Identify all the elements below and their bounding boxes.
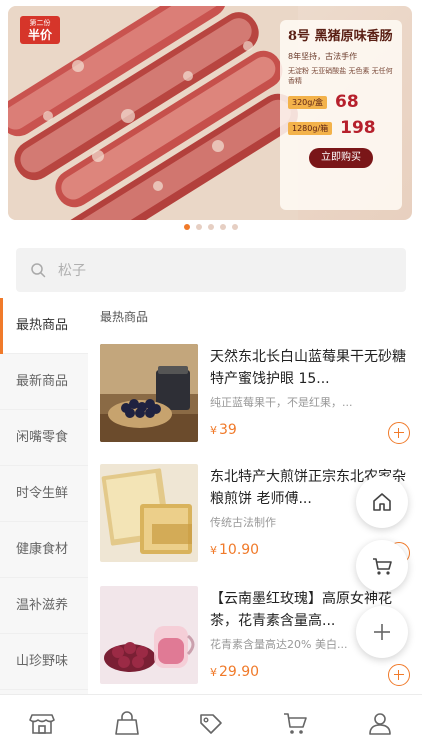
cart-icon bbox=[284, 712, 308, 734]
tab-coupons[interactable] bbox=[169, 695, 253, 750]
search-input[interactable]: 松子 bbox=[16, 248, 406, 292]
price-amount: 10.90 bbox=[219, 542, 260, 558]
carousel-dot[interactable] bbox=[184, 224, 190, 230]
app-page: 第二份 半价 8号 黑猪原味香肠 8年坚持，古法手作 无淀粉 无亚硝酸盐 无色素… bbox=[0, 0, 422, 750]
badge-line1: 第二份 bbox=[29, 19, 51, 27]
currency-symbol: ¥ bbox=[210, 424, 217, 437]
list-item[interactable]: 天然东北长白山蓝莓果干无砂糖 特产蜜饯护眼 15... 纯正蓝莓果干，不是红果，… bbox=[100, 344, 410, 454]
category-sidebar: 最热商品 最新商品 闲嘴零食 时令生鲜 健康食材 温补滋养 山珍野味 bbox=[0, 298, 88, 694]
product-price: ¥29.90 bbox=[210, 664, 259, 680]
price-tag: 320g/盒 bbox=[288, 95, 328, 109]
tab-bag[interactable] bbox=[84, 695, 168, 750]
search-bar: 松子 bbox=[0, 240, 422, 298]
add-to-cart-icon[interactable] bbox=[388, 664, 410, 686]
price-row: 320g/盒 68 bbox=[288, 92, 394, 112]
expand-fab[interactable] bbox=[356, 606, 408, 658]
product-image bbox=[100, 344, 198, 442]
price-row: 1280g/箱 198 bbox=[288, 118, 394, 138]
price-tag: 1280g/箱 bbox=[288, 121, 333, 135]
price-value: 198 bbox=[340, 118, 376, 138]
bag-icon bbox=[114, 710, 139, 735]
half-price-badge: 第二份 半价 bbox=[20, 16, 60, 44]
sidebar-item-fresh[interactable]: 时令生鲜 bbox=[0, 466, 88, 522]
promo-features: 无淀粉 无亚硝酸盐 无色素 无任何香精 bbox=[288, 67, 393, 85]
bottom-tab-bar bbox=[0, 694, 422, 750]
sidebar-item-hot[interactable]: 最热商品 bbox=[0, 298, 88, 354]
carousel-dot[interactable] bbox=[196, 224, 202, 230]
sidebar-item-snacks[interactable]: 闲嘴零食 bbox=[0, 410, 88, 466]
currency-symbol: ¥ bbox=[210, 666, 217, 679]
user-icon bbox=[369, 712, 391, 735]
tab-store[interactable] bbox=[0, 695, 84, 750]
price-amount: 39 bbox=[219, 422, 237, 438]
promo-card: 8号 黑猪原味香肠 8年坚持，古法手作 无淀粉 无亚硝酸盐 无色素 无任何香精 … bbox=[280, 20, 402, 210]
product-price: ¥39 bbox=[210, 422, 237, 438]
sidebar-item-new[interactable]: 最新商品 bbox=[0, 354, 88, 410]
sidebar-item-tonic[interactable]: 温补滋养 bbox=[0, 578, 88, 634]
promo-title: 8号 黑猪原味香肠 bbox=[288, 29, 393, 44]
carousel-dot[interactable] bbox=[232, 224, 238, 230]
tab-profile[interactable] bbox=[338, 695, 422, 750]
store-icon bbox=[29, 713, 56, 734]
home-icon bbox=[373, 493, 391, 511]
product-image bbox=[100, 586, 198, 684]
carousel-dot[interactable] bbox=[220, 224, 226, 230]
product-image bbox=[100, 464, 198, 562]
price-amount: 29.90 bbox=[219, 664, 260, 680]
cart-fab[interactable] bbox=[356, 540, 408, 592]
tag-icon bbox=[200, 713, 222, 734]
plus-icon bbox=[374, 624, 390, 640]
carousel-dots bbox=[0, 224, 422, 230]
price-value: 68 bbox=[335, 92, 359, 112]
add-to-cart-icon[interactable] bbox=[388, 422, 410, 444]
banner-carousel[interactable]: 第二份 半价 8号 黑猪原味香肠 8年坚持，古法手作 无淀粉 无亚硝酸盐 无色素… bbox=[0, 0, 422, 240]
product-title[interactable]: 天然东北长白山蓝莓果干无砂糖 特产蜜饯护眼 15... bbox=[210, 346, 406, 390]
product-desc: 纯正蓝莓果干，不是红果，... bbox=[210, 396, 353, 409]
banner-image[interactable]: 第二份 半价 8号 黑猪原味香肠 8年坚持，古法手作 无淀粉 无亚硝酸盐 无色素… bbox=[8, 6, 412, 220]
promo-subtitle: 8年坚持，古法手作 bbox=[288, 52, 358, 61]
search-placeholder: 松子 bbox=[58, 263, 86, 279]
product-price: ¥10.90 bbox=[210, 542, 259, 558]
tab-cart[interactable] bbox=[253, 695, 337, 750]
home-fab[interactable] bbox=[356, 476, 408, 528]
carousel-dot[interactable] bbox=[208, 224, 214, 230]
badge-line2: 半价 bbox=[27, 28, 52, 42]
sidebar-item-healthy[interactable]: 健康食材 bbox=[0, 522, 88, 578]
search-icon bbox=[31, 263, 46, 278]
section-title: 最热商品 bbox=[100, 310, 149, 324]
sidebar-item-wild[interactable]: 山珍野味 bbox=[0, 634, 88, 690]
buy-now-button[interactable]: 立即购买 bbox=[309, 148, 373, 168]
currency-symbol: ¥ bbox=[210, 544, 217, 557]
cart-icon bbox=[373, 558, 392, 575]
